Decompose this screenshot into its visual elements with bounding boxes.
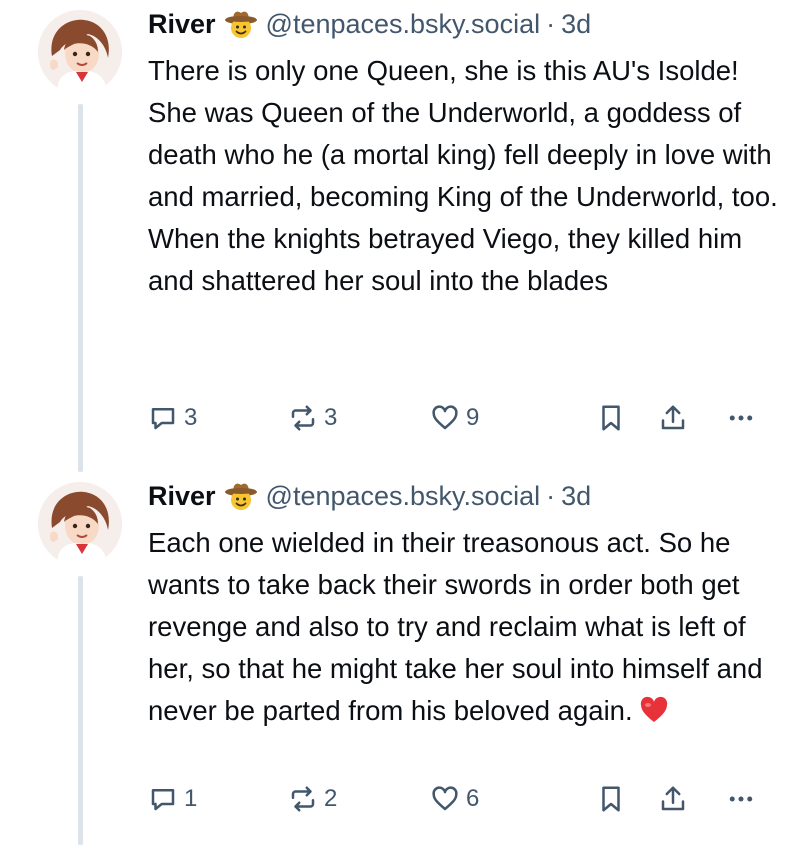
reply-icon [151, 789, 175, 811]
more-icon [729, 796, 753, 802]
post-text: There is only one Queen, she is this AU'… [148, 55, 778, 296]
thread-line [78, 576, 83, 845]
reply-count: 1 [184, 785, 198, 812]
repost-count: 2 [324, 785, 338, 812]
reply-count: 3 [184, 404, 198, 431]
separator-dot: · [546, 481, 556, 511]
post-header: River @tenpaces.bsky.social · 3d [148, 478, 591, 514]
avatar[interactable] [38, 10, 122, 94]
like-icon [432, 786, 458, 811]
author-name[interactable]: River [148, 478, 216, 514]
author-name[interactable]: River [148, 6, 216, 42]
more-options-button[interactable] [726, 784, 756, 814]
post-actions: 3 3 9 [148, 403, 788, 443]
more-icon [729, 415, 753, 421]
reply-button[interactable]: 1 [148, 784, 197, 814]
repost-button[interactable]: 2 [288, 784, 337, 814]
author-handle[interactable]: @tenpaces.bsky.social [266, 478, 541, 514]
bookmark-button[interactable] [596, 403, 626, 433]
repost-icon [291, 786, 315, 812]
post-item[interactable]: River @tenpaces.bsky.social · 3d There i… [0, 0, 811, 472]
reply-button[interactable]: 3 [148, 403, 197, 433]
like-button[interactable]: 6 [430, 784, 479, 814]
share-icon [661, 786, 685, 811]
thread-line [78, 104, 83, 472]
post-text: Each one wielded in their treasonous act… [148, 522, 788, 732]
repost-icon [291, 405, 315, 431]
cowboy-emoji-icon [224, 481, 258, 511]
more-options-button[interactable] [726, 403, 756, 433]
bookmark-icon [602, 405, 620, 431]
author-handle[interactable]: @tenpaces.bsky.social [266, 6, 541, 42]
reply-icon [151, 408, 175, 430]
bookmark-icon [602, 786, 620, 812]
like-icon [432, 405, 458, 430]
post-header: River @tenpaces.bsky.social · 3d [148, 6, 591, 42]
post-actions: 1 2 6 [148, 784, 788, 824]
separator-dot: · [546, 9, 556, 39]
share-icon [661, 405, 685, 430]
red-heart-emoji-icon [639, 694, 669, 722]
post-timestamp[interactable]: 3d [561, 478, 591, 514]
like-count: 6 [466, 785, 480, 812]
avatar[interactable] [38, 482, 122, 566]
cowboy-emoji-icon [224, 9, 258, 39]
post-text-body: Each one wielded in their treasonous act… [148, 527, 763, 726]
post-item[interactable]: River @tenpaces.bsky.social · 3d Each on… [0, 472, 811, 845]
post-timestamp[interactable]: 3d [561, 6, 591, 42]
share-button[interactable] [658, 784, 688, 814]
repost-count: 3 [324, 404, 338, 431]
like-button[interactable]: 9 [430, 403, 479, 433]
like-count: 9 [466, 404, 480, 431]
repost-button[interactable]: 3 [288, 403, 337, 433]
share-button[interactable] [658, 403, 688, 433]
bookmark-button[interactable] [596, 784, 626, 814]
